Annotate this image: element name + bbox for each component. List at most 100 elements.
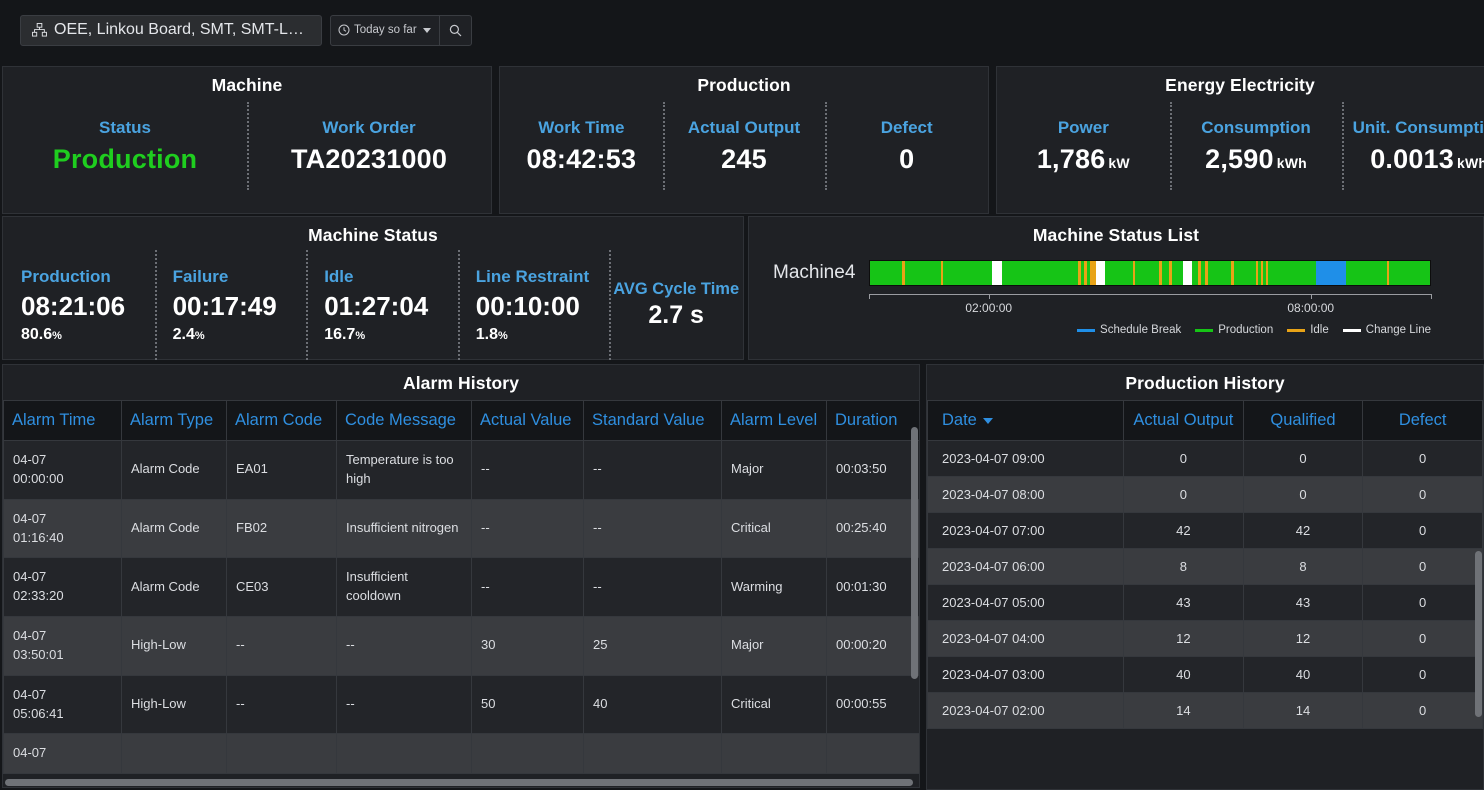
legend-item[interactable]: Idle — [1287, 324, 1329, 336]
table-cell: 04-07 01:16:40 — [3, 498, 122, 559]
table-row[interactable]: 2023-04-07 08:00 0 0 0 — [927, 476, 1483, 513]
table-cell: 04-07 00:00:00 — [3, 440, 122, 500]
table-row[interactable]: 2023-04-07 03:00 40 40 0 — [927, 656, 1483, 693]
ms-failure-pct: 2.4% — [173, 326, 307, 344]
column-header-qualified[interactable]: Qualified — [1242, 400, 1364, 441]
timeline-segment[interactable] — [1161, 261, 1170, 285]
column-header-defect[interactable]: Defect — [1362, 400, 1483, 441]
table-cell: 2023-04-07 03:00 — [927, 656, 1124, 693]
table-cell: Critical — [721, 674, 827, 735]
table-cell: 00:25:40 — [826, 498, 919, 559]
timeline-segment[interactable] — [870, 261, 903, 285]
column-header-standard-value[interactable]: Standard Value — [583, 400, 722, 441]
table-cell: -- — [471, 440, 584, 500]
table-row[interactable]: 04-07 01:16:40 Alarm Code FB02 Insufficient … — [3, 498, 919, 559]
table-cell: 42 — [1123, 512, 1244, 549]
stat-power-number: 1,786 — [1036, 143, 1106, 174]
timeline-segment[interactable] — [1135, 261, 1160, 285]
alarm-history-table: Alarm Time Alarm Type Alarm Code Code Messa… — [3, 400, 919, 775]
stat-unit-consumption-label: Unit. Consumption — [1352, 117, 1484, 137]
table-row[interactable]: 04-07 — [3, 733, 919, 775]
machine-status-row: Production 08:21:06 80.6% Failure 00:17:… — [3, 246, 743, 364]
timeline-segment[interactable] — [1346, 261, 1387, 285]
timeline-segment[interactable] — [1001, 261, 1079, 285]
column-header-date[interactable]: Date — [927, 400, 1124, 441]
column-header-actual-value[interactable]: Actual Value — [471, 400, 584, 441]
table-row[interactable]: 04-07 03:50:01 High-Low -- -- 30 25 Major 00:00:… — [3, 616, 919, 676]
timeline-segment[interactable] — [1183, 261, 1193, 285]
table-cell: -- — [583, 498, 722, 559]
table-row[interactable]: 2023-04-07 04:00 12 12 0 — [927, 620, 1483, 657]
column-header-actual-output[interactable]: Actual Output — [1123, 400, 1244, 441]
table-row[interactable]: 04-07 05:06:41 High-Low -- -- 50 40 Critical 00:… — [3, 674, 919, 735]
table-row[interactable]: 04-07 00:00:00 Alarm Code EA01 Temperature i… — [3, 440, 919, 500]
timeline-segment[interactable] — [1315, 261, 1347, 285]
time-range-picker[interactable]: Today so far — [330, 14, 472, 46]
column-header-alarm-time[interactable]: Alarm Time — [3, 400, 122, 441]
machine-status-panel: Machine Status Production 08:21:06 80.6%… — [2, 216, 744, 360]
table-row[interactable]: 2023-04-07 06:00 8 8 0 — [927, 548, 1483, 585]
table-cell — [826, 733, 919, 775]
timeline-segment[interactable] — [1171, 261, 1184, 285]
production-history-scroll[interactable]: Date Actual Output Qualified Defect 2023-04-… — [927, 400, 1483, 789]
ms-failure: Failure 00:17:49 2.4% — [154, 246, 307, 364]
legend-label: Idle — [1310, 324, 1329, 336]
legend-item[interactable]: Change Line — [1342, 324, 1431, 336]
alarm-history-vertical-scrollbar[interactable] — [911, 427, 918, 679]
table-row[interactable]: 2023-04-07 07:00 42 42 0 — [927, 512, 1483, 549]
table-cell: 0 — [1123, 476, 1244, 513]
timeline-segment[interactable] — [1267, 261, 1316, 285]
timeline-segment[interactable] — [1207, 261, 1232, 285]
timeline-segment[interactable] — [1388, 261, 1430, 285]
timeline-segment[interactable] — [1096, 261, 1105, 285]
breadcrumb-selector[interactable]: OEE, Linkou Board, SMT, SMT-L1, ... — [20, 14, 322, 46]
legend-item[interactable]: Production — [1195, 324, 1273, 336]
table-cell: 2023-04-07 05:00 — [927, 584, 1124, 621]
timeline-segment[interactable] — [1104, 261, 1134, 285]
alarm-history-horizontal-scrollbar[interactable] — [5, 779, 913, 786]
table-cell: 0 — [1362, 512, 1483, 549]
column-header-alarm-code[interactable]: Alarm Code — [226, 400, 337, 441]
time-range-label: Today so far — [354, 24, 417, 36]
column-header-alarm-type[interactable]: Alarm Type — [121, 400, 227, 441]
table-row[interactable]: 2023-04-07 09:00 0 0 0 — [927, 440, 1483, 477]
table-cell: 0 — [1362, 584, 1483, 621]
production-history-vertical-scrollbar[interactable] — [1475, 551, 1482, 717]
time-range-button[interactable]: Today so far — [331, 16, 439, 45]
energy-electricity-panel: Energy Electricity Power 1,786 kW Consump… — [996, 66, 1484, 214]
machine-panel: Machine Status Production Work Order TA2… — [2, 66, 492, 214]
legend-swatch — [1077, 328, 1096, 332]
production-panel: Production Work Time 08:42:53 Actual Out… — [499, 66, 989, 214]
legend-swatch — [1287, 328, 1306, 332]
stat-unit-consumption-number: 0.0013 — [1370, 143, 1454, 174]
table-cell: 04-07 — [3, 733, 122, 775]
ms-line-restraint-label: Line Restraint — [475, 266, 590, 286]
zoom-search-button[interactable] — [438, 15, 471, 45]
table-cell: High-Low — [121, 616, 227, 676]
legend-item[interactable]: Schedule Break — [1077, 324, 1181, 336]
column-header-duration[interactable]: Duration — [826, 400, 919, 441]
timeline-segment[interactable] — [1234, 261, 1256, 285]
stat-actual-output-value: 245 — [721, 143, 767, 174]
alarm-history-scroll[interactable]: Alarm Time Alarm Type Alarm Code Code Messa… — [3, 400, 919, 787]
stat-consumption: Consumption 2,590 kWh — [1169, 96, 1343, 196]
table-cell: -- — [471, 557, 584, 618]
hierarchy-icon — [32, 23, 47, 37]
table-cell: FB02 — [226, 498, 337, 559]
timeline-segment[interactable] — [991, 261, 1002, 285]
legend-swatch — [1342, 328, 1361, 332]
status-timeline-bar[interactable] — [869, 260, 1431, 286]
ms-line-restraint-pct-suffix: % — [498, 329, 508, 342]
ms-failure-label: Failure — [172, 266, 229, 286]
timeline-axis-tick-label: 02:00:00 — [965, 301, 1013, 315]
table-row[interactable]: 2023-04-07 05:00 43 43 0 — [927, 584, 1483, 621]
timeline-segment[interactable] — [905, 261, 941, 285]
timeline-segment[interactable] — [942, 261, 992, 285]
table-row[interactable]: 2023-04-07 02:00 14 14 0 — [927, 692, 1483, 729]
stat-work-order-value: TA20231000 — [290, 143, 448, 174]
table-row[interactable]: 04-07 02:33:20 Alarm Code CE03 Insufficient … — [3, 557, 919, 618]
ms-idle-label: Idle — [324, 266, 354, 286]
column-header-alarm-level[interactable]: Alarm Level — [721, 400, 827, 441]
column-header-code-message[interactable]: Code Message — [336, 400, 472, 441]
table-cell: 0 — [1362, 656, 1483, 693]
